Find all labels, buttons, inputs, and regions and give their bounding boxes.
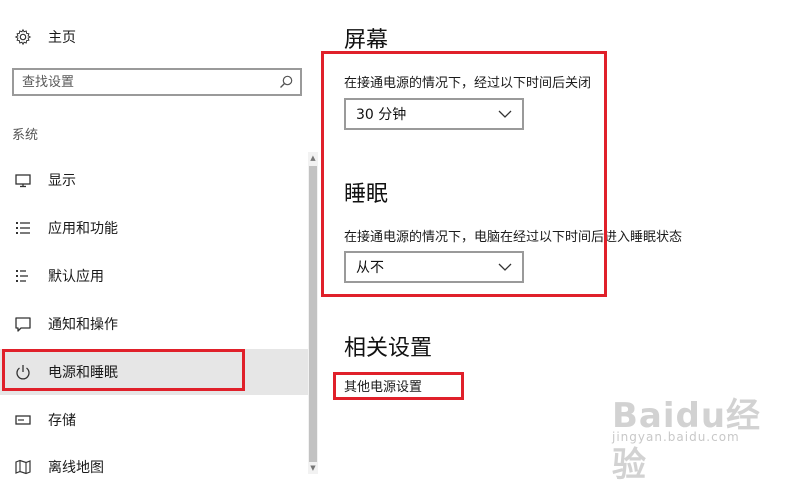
baidu-watermark: Baidu经验 jingyan.baidu.com <box>612 388 782 485</box>
sidebar-item-apps-features[interactable]: 应用和功能 <box>0 205 308 251</box>
sleep-description: 在接通电源的情况下，电脑在经过以下时间后进入睡眠状态 <box>344 230 683 245</box>
settings-sidebar: 主页 系统 显示 应用和功能 <box>0 0 318 476</box>
scroll-thumb[interactable] <box>309 166 317 462</box>
other-power-settings-link[interactable]: 其他电源设置 <box>344 376 422 395</box>
section-label-system: 系统 <box>12 128 39 143</box>
power-icon <box>16 365 30 380</box>
screen-heading: 屏幕 <box>344 28 389 53</box>
message-icon <box>15 317 31 332</box>
screen-description: 在接通电源的情况下，经过以下时间后关闭 <box>344 76 592 91</box>
scroll-down-arrow-icon[interactable]: ▼ <box>308 462 318 474</box>
sidebar-item-notifications[interactable]: 通知和操作 <box>0 301 308 347</box>
sidebar-item-label: 默认应用 <box>48 269 104 285</box>
sleep-timeout-value: 从不 <box>356 260 384 276</box>
home-nav-item[interactable]: 主页 <box>14 26 76 48</box>
chevron-down-icon <box>498 263 512 271</box>
list-icon <box>16 222 30 234</box>
default-apps-icon <box>16 270 28 282</box>
home-label: 主页 <box>48 30 76 46</box>
sidebar-item-label: 存储 <box>48 413 76 429</box>
sidebar-item-power-sleep[interactable]: 电源和睡眠 <box>0 349 308 395</box>
sidebar-item-label: 电源和睡眠 <box>48 365 118 381</box>
sleep-timeout-dropdown[interactable]: 从不 <box>344 251 524 283</box>
storage-icon <box>15 415 31 425</box>
chevron-down-icon <box>498 110 512 118</box>
screen-timeout-dropdown[interactable]: 30 分钟 <box>344 98 524 130</box>
map-icon <box>15 459 31 475</box>
sleep-heading: 睡眠 <box>344 182 389 207</box>
sidebar-item-default-apps[interactable]: 默认应用 <box>0 253 308 299</box>
screen-timeout-value: 30 分钟 <box>356 107 407 123</box>
related-settings-heading: 相关设置 <box>344 336 433 361</box>
sidebar-item-offline-maps[interactable]: 离线地图 <box>0 444 308 490</box>
search-box[interactable] <box>12 68 302 96</box>
sidebar-item-label: 应用和功能 <box>48 221 118 237</box>
sidebar-item-display[interactable]: 显示 <box>0 157 308 203</box>
scroll-up-arrow-icon[interactable]: ▲ <box>308 152 318 164</box>
sidebar-item-storage[interactable]: 存储 <box>0 397 308 443</box>
sidebar-item-label: 通知和操作 <box>48 317 118 333</box>
search-input[interactable] <box>14 71 278 93</box>
monitor-icon <box>15 174 31 188</box>
search-icon[interactable] <box>278 74 294 90</box>
watermark-url: jingyan.baidu.com <box>612 430 740 444</box>
gear-icon <box>14 28 32 46</box>
sidebar-item-label: 显示 <box>48 173 76 189</box>
sidebar-item-label: 离线地图 <box>48 460 104 476</box>
sidebar-scrollbar[interactable]: ▲ ▼ <box>308 152 318 474</box>
